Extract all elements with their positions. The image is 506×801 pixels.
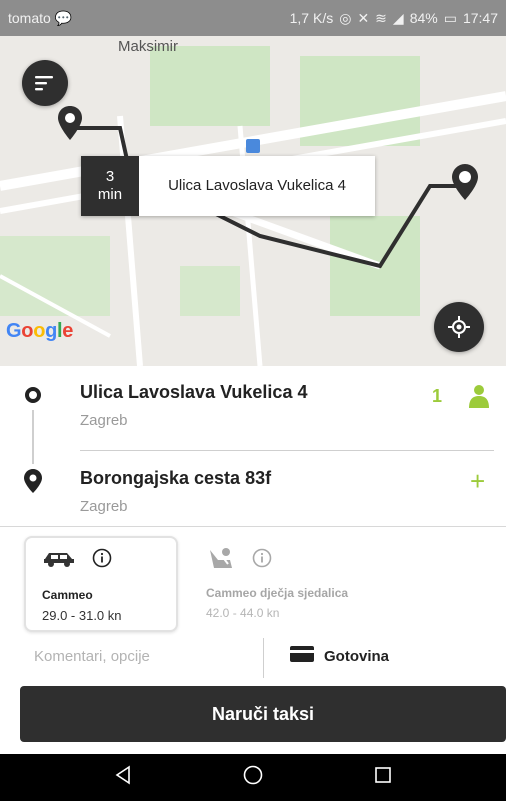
recents-icon[interactable]	[373, 765, 393, 790]
car-icon	[42, 549, 76, 572]
pickup-eta-bubble[interactable]: 3 min Ulica Lavoslava Vukelica 4	[81, 156, 375, 216]
child-seat-icon	[206, 546, 236, 575]
vehicle-price: 29.0 - 31.0 kn	[42, 608, 122, 623]
location-status-icon: ◎	[339, 9, 352, 26]
eta-badge: 3 min	[81, 156, 139, 216]
payment-method-label: Gotovina	[324, 648, 390, 665]
crosshair-icon	[448, 316, 470, 338]
eta-unit: min	[97, 186, 123, 203]
my-location-button[interactable]	[434, 302, 484, 352]
info-icon[interactable]	[252, 548, 272, 573]
pickup-marker-icon	[58, 106, 82, 140]
row-divider	[80, 450, 494, 451]
dropoff-row[interactable]: Borongajska cesta 83f Zagreb +	[0, 460, 506, 520]
dropoff-marker-icon	[24, 469, 42, 493]
route-connector-line	[32, 410, 34, 464]
wifi-icon: ≋	[375, 9, 387, 26]
system-nav-bar	[0, 754, 506, 801]
payment-method-selector[interactable]: Gotovina	[290, 646, 389, 667]
vehicle-name: Cammeo dječja sjedalica	[206, 586, 349, 600]
options-divider	[263, 638, 264, 678]
transit-icon	[246, 139, 260, 153]
park-area	[150, 46, 270, 126]
mute-icon: ✕	[357, 9, 370, 26]
pickup-street: Ulica Lavoslava Vukelica 4	[80, 382, 308, 402]
add-stop-button[interactable]: +	[470, 468, 485, 494]
vehicle-price: 42.0 - 44.0 kn	[206, 606, 280, 620]
passenger-count[interactable]: 1	[432, 386, 442, 407]
district-label: Maksimir	[118, 38, 178, 55]
cash-icon	[290, 646, 314, 667]
carrier-name: tomato	[8, 10, 51, 26]
eta-number: 3	[105, 168, 115, 185]
battery-icon: ▭	[443, 9, 457, 26]
vehicle-option-cammeo[interactable]: Cammeo 29.0 - 31.0 kn	[24, 536, 178, 632]
signal-icon: ◢	[392, 9, 404, 26]
map-view[interactable]: Maksimir 3 min Ulica Lavoslava Vukelica …	[0, 36, 506, 366]
status-bar: tomato 💬 1,7 K/s ◎ ✕ ≋ ◢ 84% ▭ 17:47	[0, 0, 506, 36]
message-icon: 💬	[54, 9, 73, 26]
battery-percent: 84%	[409, 10, 438, 26]
order-taxi-button[interactable]: Naruči taksi	[20, 686, 506, 742]
menu-icon	[35, 76, 53, 91]
dropoff-street: Borongajska cesta 83f	[80, 468, 272, 488]
eta-address: Ulica Lavoslava Vukelica 4	[168, 177, 346, 194]
panel-divider	[0, 526, 506, 527]
vehicle-option-child-seat[interactable]: Cammeo dječja sjedalica 42.0 - 44.0 kn	[206, 536, 426, 632]
info-icon[interactable]	[92, 548, 112, 573]
route-panel: Ulica Lavoslava Vukelica 4 Zagreb 1 Boro…	[0, 366, 506, 526]
network-speed: 1,7 K/s	[289, 10, 334, 26]
home-icon[interactable]	[243, 765, 263, 790]
back-icon[interactable]	[113, 765, 133, 790]
park-area	[180, 266, 240, 316]
destination-marker-icon	[452, 164, 478, 200]
google-logo: Google	[6, 320, 74, 342]
pickup-city: Zagreb	[80, 412, 128, 429]
pickup-row[interactable]: Ulica Lavoslava Vukelica 4 Zagreb 1	[0, 374, 506, 434]
comments-input[interactable]: Komentari, opcije	[34, 648, 150, 665]
clock: 17:47	[462, 10, 498, 26]
dropoff-city: Zagreb	[80, 498, 128, 515]
vehicle-name: Cammeo	[42, 588, 93, 602]
menu-button[interactable]	[22, 60, 68, 106]
side-road	[117, 115, 143, 366]
passenger-icon[interactable]	[468, 384, 490, 413]
pickup-dot-icon	[24, 386, 42, 404]
